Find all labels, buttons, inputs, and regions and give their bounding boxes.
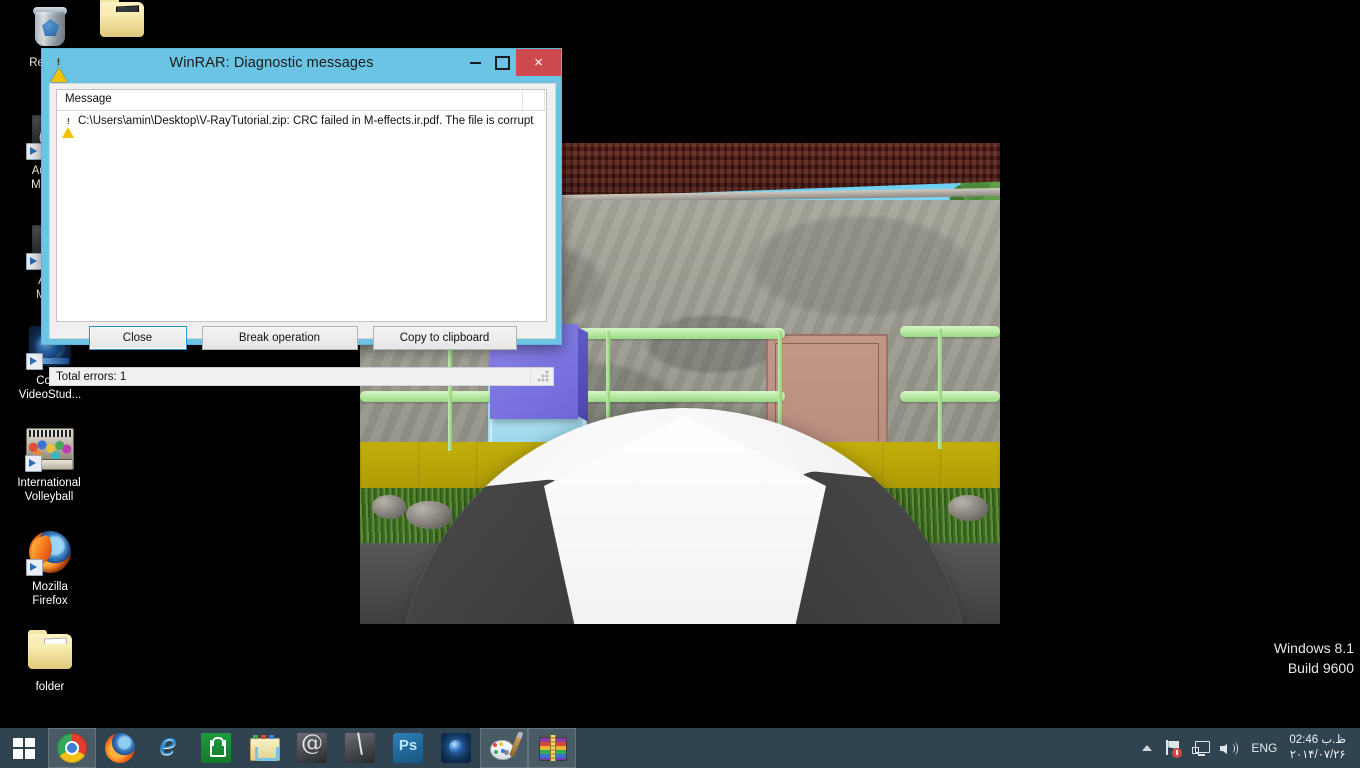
render-rail-post bbox=[938, 329, 942, 449]
international-volleyball-icon bbox=[25, 424, 74, 472]
winrar-diagnostic-dialog[interactable]: WinRAR: Diagnostic messages × Message C:… bbox=[41, 48, 562, 386]
firefox-icon bbox=[105, 733, 135, 763]
windows-logo-icon bbox=[13, 737, 35, 759]
action-center-button[interactable] bbox=[1158, 728, 1186, 768]
minimize-button[interactable] bbox=[462, 49, 489, 76]
screen: Recyc... @ Autode Max 20 \ Auto Maya bbox=[0, 0, 1360, 768]
taskbar-item-paint[interactable] bbox=[480, 728, 528, 768]
taskbar-item-windows-store[interactable] bbox=[192, 728, 240, 768]
watermark-line1: Windows 8.1 bbox=[1273, 640, 1354, 656]
language-indicator[interactable]: ENG bbox=[1243, 741, 1285, 755]
show-hidden-icons-button[interactable] bbox=[1136, 728, 1158, 768]
recycle-bin-icon bbox=[26, 4, 74, 52]
close-button[interactable]: × bbox=[516, 49, 561, 76]
warning-triangle-icon bbox=[62, 114, 75, 138]
dialog-button-row: Close Break operation Copy to clipboard bbox=[50, 326, 555, 350]
render-railing bbox=[555, 391, 785, 402]
ball-panel-white-center bbox=[544, 416, 826, 624]
break-operation-button[interactable]: Break operation bbox=[201, 326, 358, 350]
clock-date: ۲۰۱۴/۰۷/۲۶ bbox=[1289, 749, 1346, 761]
clock-time: 02:46 ظ.ب bbox=[1289, 734, 1346, 746]
warning-triangle-icon bbox=[51, 54, 67, 82]
watermark-line2: Build 9600 bbox=[1287, 660, 1354, 676]
desktop-icon-firefox[interactable]: Mozilla Firefox bbox=[2, 528, 98, 608]
clock[interactable]: 02:46 ظ.ب ۲۰۱۴/۰۷/۲۶ bbox=[1285, 733, 1354, 763]
desktop-icon-label-line2: VideoStud... bbox=[18, 389, 82, 401]
render-rock bbox=[372, 495, 406, 519]
dialog-body: Message C:\Users\amin\Desktop\V-RayTutor… bbox=[49, 83, 556, 350]
dialog-titlebar[interactable]: WinRAR: Diagnostic messages × bbox=[42, 49, 561, 82]
taskbar-item-photoshop[interactable] bbox=[384, 728, 432, 768]
taskbar-item-3ds-max[interactable] bbox=[288, 728, 336, 768]
start-button[interactable] bbox=[0, 728, 48, 768]
system-tray: ENG 02:46 ظ.ب ۲۰۱۴/۰۷/۲۶ bbox=[1136, 728, 1360, 768]
internet-explorer-icon bbox=[153, 727, 183, 763]
column-header-message[interactable]: Message bbox=[57, 90, 523, 110]
autodesk-maya-icon bbox=[345, 733, 375, 763]
status-text: Total errors: 1 bbox=[56, 370, 127, 383]
list-header: Message bbox=[57, 90, 546, 111]
chrome-icon bbox=[57, 733, 87, 763]
desktop[interactable]: Recyc... @ Autode Max 20 \ Auto Maya bbox=[0, 0, 1360, 728]
volume-button[interactable] bbox=[1214, 728, 1243, 768]
desktop-icon-label-line2: Firefox bbox=[32, 595, 68, 607]
message-text: C:\Users\amin\Desktop\V-RayTutorial.zip:… bbox=[78, 114, 534, 127]
render-railing bbox=[900, 391, 1000, 402]
dialog-statusbar: Total errors: 1 bbox=[49, 367, 554, 386]
desktop-icon-label-line2: Volleyball bbox=[24, 491, 74, 503]
render-railing bbox=[900, 326, 1000, 337]
corel-videostudio-icon bbox=[441, 733, 471, 763]
desktop-icon-international-volleyball[interactable]: International Volleyball bbox=[0, 424, 109, 504]
window-controls: × bbox=[462, 49, 561, 76]
message-row[interactable]: C:\Users\amin\Desktop\V-RayTutorial.zip:… bbox=[57, 111, 546, 138]
taskbar-item-winrar[interactable] bbox=[528, 728, 576, 768]
desktop-icon-label-line1: International bbox=[17, 477, 81, 489]
taskbar-item-internet-explorer[interactable] bbox=[144, 727, 192, 768]
message-list[interactable]: Message C:\Users\amin\Desktop\V-RayTutor… bbox=[56, 89, 547, 322]
volume-icon bbox=[1220, 741, 1239, 756]
windows-activation-watermark: Windows 8.1 Build 9600 bbox=[1274, 638, 1354, 678]
firefox-icon bbox=[26, 528, 74, 576]
taskbar-item-file-explorer[interactable] bbox=[240, 728, 288, 768]
maximize-button[interactable] bbox=[489, 49, 516, 76]
chevron-up-icon bbox=[1142, 745, 1153, 751]
paint-icon bbox=[489, 733, 522, 763]
desktop-icon-label-line1: Mozilla bbox=[32, 581, 68, 593]
taskbar[interactable]: ENG 02:46 ظ.ب ۲۰۱۴/۰۷/۲۶ bbox=[0, 727, 1360, 768]
shortcut-arrow-icon bbox=[26, 559, 43, 576]
copy-to-clipboard-button[interactable]: Copy to clipboard bbox=[372, 326, 517, 350]
taskbar-item-google-chrome[interactable] bbox=[48, 728, 96, 768]
flag-icon bbox=[1164, 740, 1183, 758]
network-icon bbox=[1192, 740, 1211, 756]
network-button[interactable] bbox=[1186, 728, 1214, 768]
shortcut-arrow-icon bbox=[26, 353, 43, 370]
taskbar-item-corel-videostudio[interactable] bbox=[432, 728, 480, 768]
resize-grip[interactable] bbox=[537, 370, 550, 383]
desktop-icon-folder[interactable]: folder bbox=[2, 628, 98, 694]
taskbar-item-mozilla-firefox[interactable] bbox=[96, 728, 144, 768]
status-separator bbox=[530, 369, 531, 384]
taskbar-item-maya[interactable] bbox=[336, 728, 384, 768]
desktop-icon-photos-folder[interactable] bbox=[74, 0, 170, 48]
store-icon bbox=[201, 733, 231, 763]
close-dialog-button[interactable]: Close bbox=[88, 326, 187, 350]
folder-thumbnail-icon bbox=[98, 0, 146, 44]
winrar-icon bbox=[537, 733, 567, 763]
shortcut-arrow-icon bbox=[25, 455, 42, 472]
autodesk-3ds-max-icon bbox=[297, 731, 327, 763]
render-railing bbox=[555, 328, 785, 339]
explorer-icon bbox=[249, 733, 280, 763]
desktop-icon-label-line1: folder bbox=[35, 681, 65, 693]
column-header-extra[interactable] bbox=[523, 90, 545, 110]
render-rock bbox=[948, 495, 988, 521]
folder-icon bbox=[26, 628, 74, 676]
photoshop-icon bbox=[393, 733, 423, 763]
